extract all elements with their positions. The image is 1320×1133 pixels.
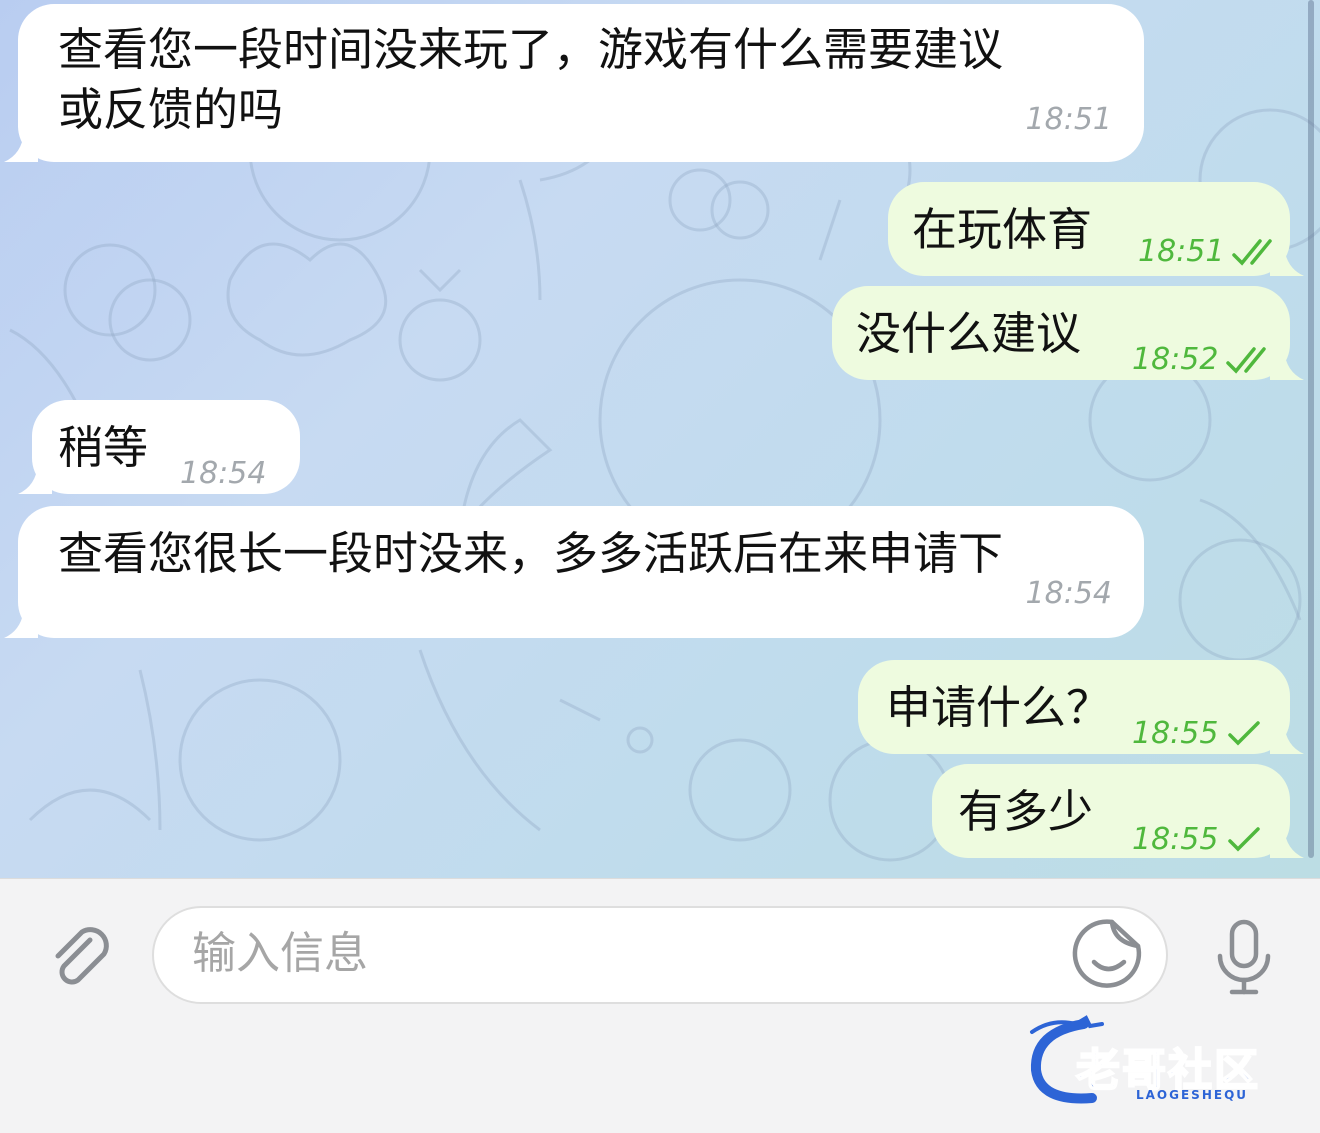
message-text: 有多少: [958, 785, 1094, 838]
double-check-icon: [1232, 239, 1273, 266]
check-icon: [1228, 827, 1261, 852]
message-bubble-outgoing[interactable]: 有多少 18:55: [932, 764, 1304, 858]
bubble-tail: [4, 608, 38, 638]
message-time: 18:55: [1132, 810, 1264, 870]
message-time: 18:51: [1025, 102, 1112, 137]
microphone-icon[interactable]: [1208, 916, 1280, 998]
message-time: 18:51: [1138, 222, 1276, 282]
check-icon: [1228, 721, 1261, 746]
message-text: 在玩体育: [912, 203, 1093, 256]
watermark-subtext: LAOGESHEQU: [1136, 1088, 1249, 1102]
bubble-tail: [1270, 350, 1304, 380]
bubble-tail: [4, 132, 38, 162]
double-check-icon: [1226, 347, 1267, 374]
message-time: 18:54: [180, 456, 267, 491]
message-text: 申请什么？: [886, 681, 1112, 734]
message-bubble-incoming[interactable]: 查看您一段时间没来玩了，游戏有什么需要建议 或反馈的吗 18:51: [4, 4, 1144, 162]
message-bubble-outgoing[interactable]: 在玩体育 18:51: [888, 182, 1304, 276]
message-input[interactable]: 输入信息: [152, 906, 1168, 1004]
message-text: 查看您一段时间没来玩了，游戏有什么需要建议 或反馈的吗: [58, 23, 1004, 136]
bubble-tail: [1270, 828, 1304, 858]
message-time: 18:54: [1025, 576, 1112, 611]
bubble-tail: [1270, 724, 1304, 754]
chat-area[interactable]: 查看您一段时间没来玩了，游戏有什么需要建议 或反馈的吗 18:51 在玩体育 1…: [0, 0, 1320, 878]
message-bubble-incoming[interactable]: 稍等 18:54: [18, 400, 300, 494]
chat-scrollbar[interactable]: [1308, 0, 1314, 858]
message-bubble-incoming[interactable]: 查看您很长一段时没来，多多活跃后在来申请下 18:54: [4, 506, 1144, 638]
message-text: 稍等: [58, 421, 149, 474]
paperclip-icon[interactable]: [44, 920, 116, 992]
input-placeholder: 输入信息: [192, 928, 368, 979]
message-bubble-outgoing[interactable]: 申请什么？ 18:55: [858, 660, 1304, 754]
message-bubble-outgoing[interactable]: 没什么建议 18:52: [832, 286, 1304, 380]
message-text: 没什么建议: [856, 307, 1082, 360]
message-time: 18:55: [1132, 704, 1264, 764]
message-text: 查看您很长一段时没来，多多活跃后在来申请下: [58, 527, 1004, 580]
message-time: 18:52: [1132, 330, 1270, 390]
sticker-icon[interactable]: [1072, 916, 1148, 992]
bubble-tail: [18, 464, 52, 494]
watermark-logo: 老哥社区 LAOGESHEQU: [1024, 1014, 1304, 1106]
